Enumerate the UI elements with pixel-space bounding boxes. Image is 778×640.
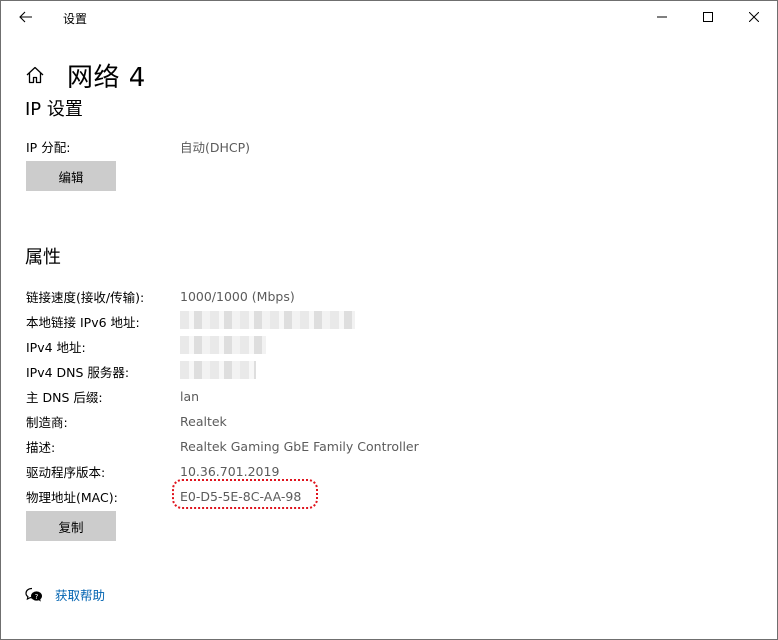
maximize-button[interactable] <box>685 1 731 33</box>
property-row: IPv4 DNS 服务器: <box>26 360 256 382</box>
property-label: 本地链接 IPv6 地址: <box>26 314 140 330</box>
redacted-value <box>180 335 266 357</box>
highlight-ring <box>172 478 318 509</box>
property-label: 链接速度(接收/传输): <box>26 289 145 305</box>
property-label: 制造商: <box>26 414 68 430</box>
property-label: 物理地址(MAC): <box>26 489 118 505</box>
svg-text:?: ? <box>35 592 39 600</box>
properties-heading: 属性 <box>25 247 61 268</box>
home-icon[interactable] <box>23 63 47 87</box>
close-button[interactable] <box>731 1 777 33</box>
copy-button[interactable]: 复制 <box>26 511 116 541</box>
ip-assignment-value: 自动(DHCP) <box>180 139 251 155</box>
minimize-icon <box>657 16 667 18</box>
page-header: 网络 4 <box>23 57 146 93</box>
ip-settings-heading: IP 设置 <box>25 99 83 120</box>
help-chat-icon: ? <box>25 587 42 602</box>
property-row: IPv4 地址: <box>26 335 266 357</box>
page-title: 网络 4 <box>67 62 146 93</box>
property-label: IPv4 DNS 服务器: <box>26 364 130 380</box>
redaction-blur <box>180 335 266 354</box>
property-value: 1000/1000 (Mbps) <box>180 288 295 304</box>
property-row: 物理地址(MAC): E0-D5-5E-8C-AA-98 <box>26 478 318 509</box>
back-arrow-icon <box>19 11 32 23</box>
maximize-icon <box>703 12 713 22</box>
window-title: 设置 <box>63 12 88 26</box>
settings-window: 设置 网络 4 IP 设置 IP 分配: 自动(DHCP) 编辑 属性 链接速度… <box>0 0 778 640</box>
property-row: 链接速度(接收/传输): 1000/1000 (Mbps) <box>26 286 295 306</box>
property-row: 本地链接 IPv6 地址: <box>26 310 355 332</box>
redaction-blur <box>180 310 355 329</box>
ip-assignment-label: IP 分配: <box>26 139 71 155</box>
get-help[interactable]: ? 获取帮助 <box>25 585 105 604</box>
property-value: lan <box>180 388 200 404</box>
property-value: Realtek Gaming GbE Family Controller <box>180 438 419 454</box>
property-value: 10.36.701.2019 <box>180 463 280 479</box>
property-value: Realtek <box>180 413 227 429</box>
get-help-link[interactable]: 获取帮助 <box>55 585 105 604</box>
property-label: IPv4 地址: <box>26 339 86 355</box>
property-label: 描述: <box>26 439 56 455</box>
property-label: 主 DNS 后缀: <box>26 389 103 405</box>
edit-button[interactable]: 编辑 <box>26 161 116 191</box>
redacted-value <box>180 360 256 382</box>
mac-address-container: E0-D5-5E-8C-AA-98 <box>172 478 318 509</box>
property-label: 驱动程序版本: <box>26 464 106 480</box>
property-row: 主 DNS 后缀: lan <box>26 386 199 406</box>
property-row: 描述: Realtek Gaming GbE Family Controller <box>26 436 419 456</box>
back-button[interactable] <box>9 3 43 31</box>
redaction-blur <box>180 360 256 379</box>
redacted-value <box>180 310 355 332</box>
minimize-button[interactable] <box>639 1 685 33</box>
close-icon <box>749 12 759 22</box>
ip-assignment-row: IP 分配: 自动(DHCP) <box>26 136 250 156</box>
title-bar: 设置 <box>1 1 777 33</box>
property-row: 制造商: Realtek <box>26 411 227 431</box>
